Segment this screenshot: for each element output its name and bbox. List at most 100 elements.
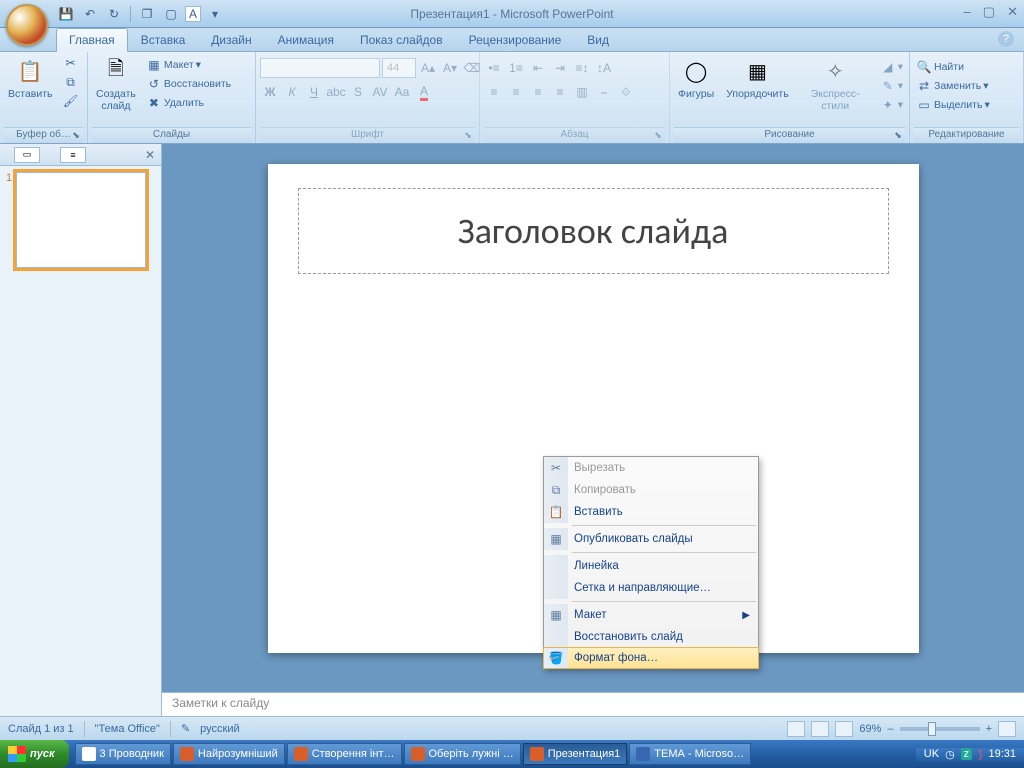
font-family-input[interactable] xyxy=(260,58,380,78)
arrange-button[interactable]: ▦Упорядочить xyxy=(722,54,792,102)
tray-icon[interactable]: z xyxy=(961,748,973,760)
qat-a-button[interactable]: A xyxy=(185,6,201,22)
redo-icon[interactable]: ↻ xyxy=(104,4,124,24)
new-doc-icon[interactable]: ❐ xyxy=(137,4,157,24)
spacing-button[interactable]: AV xyxy=(370,82,390,102)
task-explorer[interactable]: 3 Проводник xyxy=(75,743,171,765)
qat-customize-icon[interactable]: ▾ xyxy=(205,4,225,24)
text-direction-button[interactable]: ↕A xyxy=(594,58,614,78)
grow-font-icon[interactable]: A▴ xyxy=(418,58,438,78)
ctx-publish[interactable]: ▦Опубликовать слайды xyxy=(544,528,758,550)
justify-button[interactable]: ≡ xyxy=(550,82,570,102)
undo-icon[interactable]: ↶ xyxy=(80,4,100,24)
case-button[interactable]: Aa xyxy=(392,82,412,102)
task-item-active[interactable]: Презентация1 xyxy=(523,743,628,765)
align-center-button[interactable]: ≡ xyxy=(506,82,526,102)
panel-close-icon[interactable]: ✕ xyxy=(145,148,155,162)
dialog-launcher-icon[interactable]: ⬊ xyxy=(71,130,81,140)
tab-slideshow[interactable]: Показ слайдов xyxy=(347,28,456,51)
smartart-button[interactable]: ⟐ xyxy=(616,82,636,102)
close-button[interactable]: ✕ xyxy=(1007,4,1018,20)
zoom-thumb[interactable] xyxy=(928,722,936,736)
tab-design[interactable]: Дизайн xyxy=(198,28,264,51)
ctx-ruler[interactable]: Линейка xyxy=(544,555,758,577)
zoom-in-button[interactable]: + xyxy=(986,723,992,735)
bullets-button[interactable]: •≡ xyxy=(484,58,504,78)
quick-styles-button[interactable]: ✧Экспресс-стили xyxy=(797,54,874,114)
slides-tab[interactable]: ▭ xyxy=(14,147,40,163)
bold-button[interactable]: Ж xyxy=(260,82,280,102)
strike-button[interactable]: abc xyxy=(326,82,346,102)
maximize-button[interactable]: ▢ xyxy=(983,4,995,20)
layout-button[interactable]: ▦Макет ▾ xyxy=(144,56,233,74)
ctx-format-background[interactable]: 🪣Формат фона… xyxy=(543,647,759,669)
tray-icon[interactable]: ⟆ xyxy=(978,748,982,761)
clock[interactable]: 19:31 xyxy=(988,748,1016,760)
format-painter-button[interactable]: 🖌 xyxy=(61,92,81,110)
slideshow-view-button[interactable] xyxy=(835,721,853,737)
notes-pane[interactable]: Заметки к слайду xyxy=(162,692,1024,716)
dialog-launcher-icon[interactable]: ⬊ xyxy=(653,130,663,140)
zoom-value[interactable]: 69% xyxy=(859,723,881,735)
office-button[interactable] xyxy=(6,4,48,46)
shape-effects-button[interactable]: ✦▾ xyxy=(878,96,905,114)
ctx-paste[interactable]: 📋Вставить xyxy=(544,501,758,523)
indent-dec-button[interactable]: ⇤ xyxy=(528,58,548,78)
ctx-layout[interactable]: ▦Макет▶ xyxy=(544,604,758,626)
find-button[interactable]: 🔍Найти xyxy=(914,58,992,76)
dialog-launcher-icon[interactable]: ⬊ xyxy=(463,130,473,140)
zoom-slider[interactable] xyxy=(900,727,980,731)
shapes-button[interactable]: ◯Фигуры xyxy=(674,54,718,102)
task-item[interactable]: Найрозумніший xyxy=(173,743,285,765)
spell-icon[interactable]: ✎ xyxy=(181,722,190,735)
cut-button[interactable]: ✂ xyxy=(61,54,81,72)
shadow-button[interactable]: S xyxy=(348,82,368,102)
align-text-button[interactable]: ⎯ xyxy=(594,82,614,102)
task-item[interactable]: Оберіть лужні … xyxy=(404,743,521,765)
shape-fill-button[interactable]: ◢▾ xyxy=(878,58,905,76)
open-icon[interactable]: ▢ xyxy=(161,4,181,24)
italic-button[interactable]: К xyxy=(282,82,302,102)
columns-button[interactable]: ▥ xyxy=(572,82,592,102)
minimize-button[interactable]: – xyxy=(964,4,971,20)
task-item[interactable]: Створення інт… xyxy=(287,743,402,765)
clear-format-icon[interactable]: ⌫ xyxy=(462,58,482,78)
numbering-button[interactable]: 1≡ xyxy=(506,58,526,78)
delete-button[interactable]: ✖Удалить xyxy=(144,94,233,112)
tab-view[interactable]: Вид xyxy=(574,28,622,51)
normal-view-button[interactable] xyxy=(787,721,805,737)
ctx-grid[interactable]: Сетка и направляющие… xyxy=(544,577,758,599)
align-left-button[interactable]: ≡ xyxy=(484,82,504,102)
shape-outline-button[interactable]: ✎▾ xyxy=(878,77,905,95)
ctx-cut[interactable]: ✂Вырезать xyxy=(544,457,758,479)
outline-tab[interactable]: ≡ xyxy=(60,147,86,163)
copy-button[interactable]: ⧉ xyxy=(61,73,81,91)
replace-button[interactable]: ⇄Заменить ▾ xyxy=(914,77,992,95)
language-indicator[interactable]: UK xyxy=(924,748,939,760)
tab-home[interactable]: Главная xyxy=(56,28,128,52)
title-placeholder[interactable]: Заголовок слайда xyxy=(298,188,889,274)
underline-button[interactable]: Ч xyxy=(304,82,324,102)
tray-icon[interactable]: ◷ xyxy=(945,748,955,761)
indent-inc-button[interactable]: ⇥ xyxy=(550,58,570,78)
fit-button[interactable] xyxy=(998,721,1016,737)
font-color-button[interactable]: A xyxy=(414,82,434,102)
dialog-launcher-icon[interactable]: ⬊ xyxy=(893,130,903,140)
start-button[interactable]: пуск xyxy=(0,740,69,768)
status-language[interactable]: русский xyxy=(200,723,239,735)
shrink-font-icon[interactable]: A▾ xyxy=(440,58,460,78)
save-icon[interactable]: 💾 xyxy=(56,4,76,24)
paste-button[interactable]: 📋 Вставить xyxy=(4,54,57,102)
font-size-input[interactable] xyxy=(382,58,416,78)
tab-insert[interactable]: Вставка xyxy=(128,28,199,51)
thumbnail-item[interactable]: 1 xyxy=(6,172,155,268)
line-spacing-button[interactable]: ≡↕ xyxy=(572,58,592,78)
thumbnail[interactable] xyxy=(16,172,146,268)
ctx-reset[interactable]: Восстановить слайд xyxy=(544,626,758,648)
tab-review[interactable]: Рецензирование xyxy=(456,28,575,51)
select-button[interactable]: ▭Выделить ▾ xyxy=(914,96,992,114)
tab-animation[interactable]: Анимация xyxy=(265,28,347,51)
sorter-view-button[interactable] xyxy=(811,721,829,737)
task-item[interactable]: ТЕМА - Microso… xyxy=(629,743,751,765)
help-button[interactable]: ? xyxy=(998,31,1014,47)
